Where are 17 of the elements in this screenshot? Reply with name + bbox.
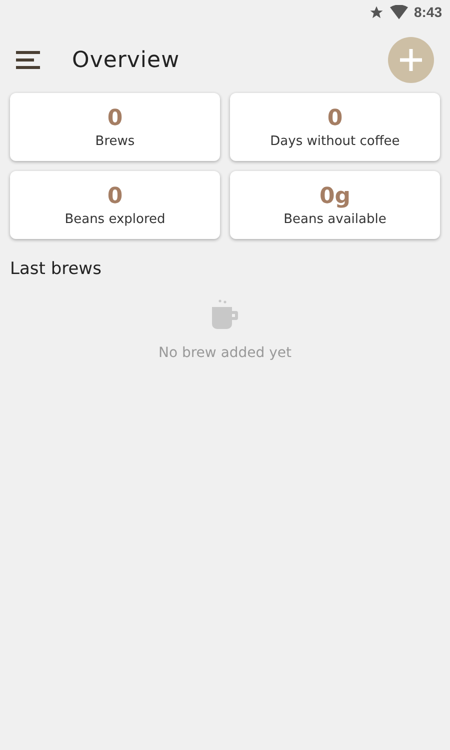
plus-icon (399, 48, 423, 72)
stat-label: Brews (95, 134, 135, 148)
stat-label: Beans explored (64, 212, 166, 226)
stat-value: 0g (319, 184, 351, 210)
stat-value: 0 (107, 106, 123, 132)
empty-message: No brew added yet (158, 345, 292, 361)
stat-label: Beans available (284, 212, 386, 226)
star-icon (368, 4, 384, 20)
page-title: Overview (72, 48, 181, 72)
section-heading: Last brews (10, 259, 102, 279)
stat-value: 0 (327, 106, 343, 132)
status-time: 8:43 (414, 4, 442, 20)
wifi-icon (390, 4, 408, 20)
coffee-cup-icon (210, 299, 240, 331)
stat-value: 0 (107, 184, 123, 210)
menu-icon[interactable] (16, 51, 40, 69)
stat-label: Days without coffee (270, 134, 400, 148)
